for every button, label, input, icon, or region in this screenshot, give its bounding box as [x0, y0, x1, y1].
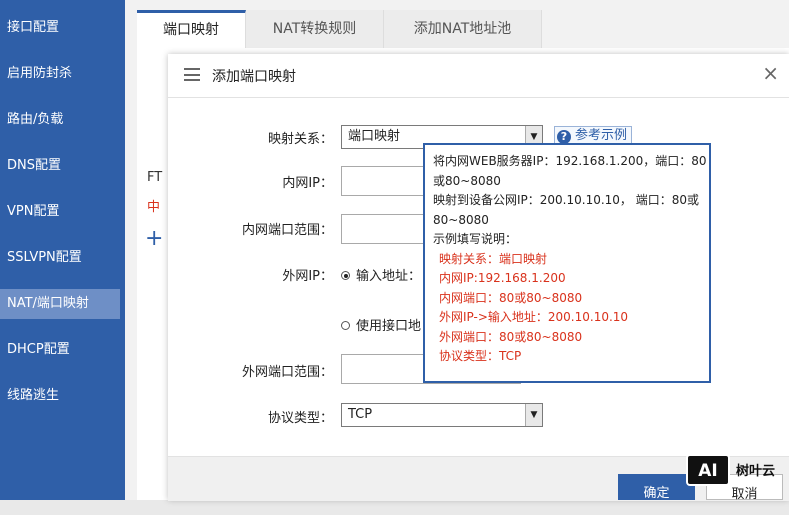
- background-text-ft: FT: [147, 170, 163, 185]
- close-icon[interactable]: ×: [762, 61, 779, 85]
- popup-line: 示例填写说明：: [433, 232, 518, 246]
- background-text-zh: 中: [147, 200, 161, 215]
- popup-line: 将内网WEB服务器IP：192.168.1.200，端口：80: [433, 154, 707, 168]
- popup-line: 或80~8080: [433, 173, 501, 188]
- popup-line: 80~8080: [433, 212, 489, 227]
- radio-use-interface-label: 使用接口地: [356, 319, 422, 334]
- watermark-text: 树叶云: [736, 464, 776, 479]
- popup-line: 映射到设备公网IP：200.10.10.10， 端口：80或: [433, 193, 700, 207]
- radio-unselected-icon: [341, 321, 350, 330]
- sidebar-item-line-escape[interactable]: 线路逃生: [0, 381, 125, 411]
- internal-ip-label: 内网IP：: [282, 176, 333, 191]
- popup-red-line: 内网端口：80或80~8080: [439, 290, 583, 305]
- sidebar-item-nat-port-mapping[interactable]: NAT/端口映射: [0, 289, 120, 319]
- mapping-label: 映射关系：: [267, 132, 333, 147]
- internal-port-label: 内网端口范围：: [241, 223, 333, 238]
- sidebar-item-vpn-config[interactable]: VPN配置: [0, 197, 125, 227]
- external-ip-label: 外网IP：: [282, 269, 333, 284]
- radio-use-interface[interactable]: 使用接口地: [341, 315, 421, 334]
- menu-icon: [184, 68, 200, 81]
- tab-nat-rules[interactable]: NAT转换规则: [246, 10, 384, 48]
- radio-input-address-label: 输入地址：: [356, 269, 422, 284]
- sidebar-item-dns-config[interactable]: DNS配置: [0, 151, 125, 181]
- popup-red-line: 外网端口：80或80~8080: [439, 329, 583, 344]
- popup-red-line: 协议类型：TCP: [439, 349, 522, 363]
- sidebar-item-interface-config[interactable]: 接口配置: [0, 13, 125, 43]
- chevron-down-icon: ▼: [525, 404, 542, 426]
- question-icon: ?: [557, 130, 571, 144]
- sidebar-item-sslvpn-config[interactable]: SSLVPN配置: [0, 243, 125, 273]
- tab-add-nat-pool[interactable]: 添加NAT地址池: [384, 10, 542, 48]
- protocol-select-value: TCP: [348, 407, 373, 422]
- external-port-label: 外网端口范围：: [241, 365, 333, 380]
- radio-selected-icon: [341, 271, 350, 280]
- popup-red-line: 外网IP->输入地址：200.10.10.10: [439, 310, 629, 324]
- popup-red-line: 内网IP:192.168.1.200: [439, 271, 566, 285]
- mapping-select-value: 端口映射: [348, 129, 401, 144]
- protocol-select[interactable]: TCP ▼: [341, 403, 543, 427]
- popup-red-line: 映射关系：端口映射: [439, 251, 548, 266]
- sidebar: 接口配置 启用防封杀 路由/负载 DNS配置 VPN配置 SSLVPN配置 NA…: [0, 0, 125, 500]
- radio-input-address[interactable]: 输入地址：: [341, 265, 421, 284]
- example-popup: 将内网WEB服务器IP：192.168.1.200，端口：80 或80~8080…: [423, 143, 711, 383]
- sidebar-item-dhcp-config[interactable]: DHCP配置: [0, 335, 125, 365]
- sidebar-item-anti-block[interactable]: 启用防封杀: [0, 59, 125, 89]
- tab-port-mapping[interactable]: 端口映射: [137, 10, 246, 49]
- confirm-button[interactable]: 确定: [618, 474, 695, 501]
- add-port-mapping-dialog: 添加端口映射 × 映射关系： 端口映射 ▼ 内网IP： 内网端口范围： 外网IP…: [168, 54, 789, 502]
- example-help-label: 参考示例: [575, 128, 628, 143]
- sidebar-item-routing-load[interactable]: 路由/负载: [0, 105, 125, 135]
- watermark-logo: AI: [686, 454, 730, 486]
- dialog-header: 添加端口映射 ×: [168, 54, 789, 98]
- protocol-label: 协议类型：: [267, 411, 333, 426]
- add-icon[interactable]: +: [145, 226, 163, 251]
- dialog-title: 添加端口映射: [212, 69, 296, 85]
- watermark: AI 树叶云: [686, 452, 789, 492]
